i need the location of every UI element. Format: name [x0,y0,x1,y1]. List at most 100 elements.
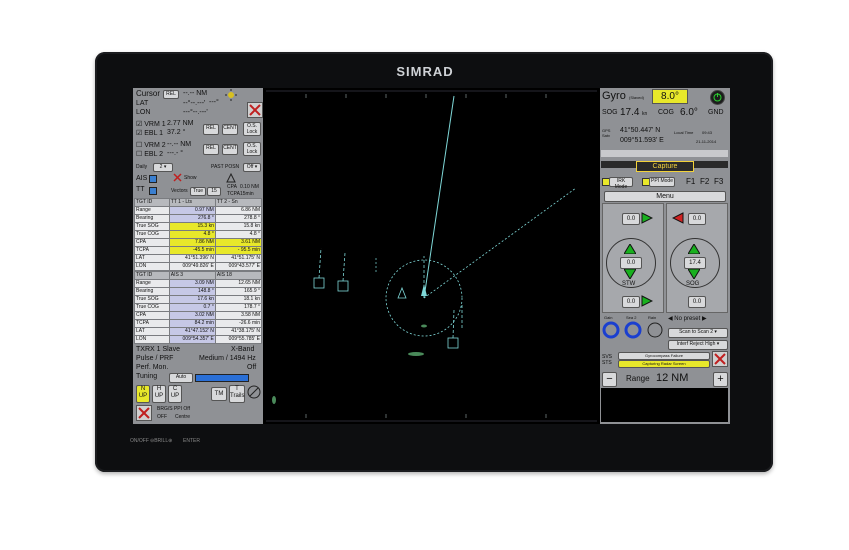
table-cell[interactable]: AIS 3 [168,271,216,280]
tt-checkbox[interactable] [149,187,157,195]
table-cell: 0.7 ° [168,303,216,312]
ais-target-3[interactable] [447,309,459,349]
sog-down-arrow-icon[interactable] [687,268,701,280]
sog-up-arrow-icon[interactable] [687,243,701,255]
stw-up-arrow-icon[interactable] [623,243,637,255]
vectors-true-button[interactable]: True [190,187,206,196]
true-motion-button[interactable]: TM [211,387,227,401]
vrm2-lock-button[interactable]: O.S. Lock [243,142,261,156]
tt-target-1[interactable] [313,247,325,289]
vrm1-label[interactable]: ☑ VRM 1 [136,120,166,128]
sog-bottom-value: 0.0 [688,296,706,308]
vrm1-value: 2.77 NM [167,120,194,127]
vrm2-label[interactable]: ☐ VRM 2 [136,141,166,149]
scan-select[interactable]: Scan to Scan 2 ▾ [668,328,728,338]
table-cell: 84.2 min [168,319,216,328]
vrm1-lock-button[interactable]: O.S. Lock [243,122,261,136]
rain-knob-icon[interactable] [646,321,664,339]
capture-button[interactable]: Capture [636,161,694,172]
table-cell: 12.65 NM [214,279,263,288]
menu-button[interactable]: Menu [604,191,726,202]
table-cell: 17.6 kn [168,295,216,304]
table-cell: 4.8 ° [214,230,263,239]
sog-left-arrow-icon[interactable] [671,212,684,224]
pulse-label: Pulse / PRF [136,355,174,362]
ais-hide-icon[interactable] [173,173,182,182]
range-increase-button[interactable]: + [713,372,728,387]
past-posn-select[interactable]: Off ▾ [243,163,261,172]
hw-enter-label[interactable]: ENTER [183,438,200,444]
table-cell[interactable]: TT 1 - Lts [168,198,216,207]
hw-brill-label[interactable]: ⊖BRILL⊕ [150,438,172,444]
table-cell: 7.86 NM [168,238,216,247]
hw-onoff-label[interactable]: ON/OFF [130,438,149,444]
gps-lat: 41°50.447' N [620,127,661,134]
local-time-label: Local Time [674,130,694,135]
table-cell: 41°51.175' N [214,254,263,263]
power-icon[interactable] [710,90,725,105]
alert-gyrocompass[interactable]: Gyrocompass Failure [618,352,710,360]
ebl-line [423,187,577,299]
cursor-rel-button[interactable]: REL [163,90,179,99]
vrm2-rel-button[interactable]: REL [203,144,219,155]
alert-capturing[interactable]: Capturing Radar Screen [618,360,710,368]
f3-button[interactable]: F3 [714,177,723,186]
brilliance-icon[interactable] [247,385,261,399]
table-cell: 178.7 ° [214,303,263,312]
f1-button[interactable]: F1 [686,177,695,186]
interference-select[interactable]: Interf Reject High ▾ [668,340,728,350]
no-preset-label[interactable]: ◀ No preset ▶ [668,315,707,322]
f2-button[interactable]: F2 [700,177,709,186]
north-up-button[interactable]: N UP [136,385,150,403]
daily-select[interactable]: 2 ▾ [153,163,173,172]
tt-label: TT [136,186,145,193]
stw-bottom-arrow-icon[interactable] [641,295,654,307]
lat-label: LAT [136,100,149,107]
ebl2-label[interactable]: ☐ EBL 2 [136,150,163,158]
vector-time-select[interactable]: 15 [207,187,221,196]
table-cell[interactable]: TT 2 - Sn [214,198,263,207]
ais-checkbox[interactable] [149,175,157,183]
trails-button[interactable]: T Trails [229,385,245,403]
close-alert-icon[interactable] [712,351,728,367]
gain-knob-icon[interactable] [602,321,620,339]
ais-label: AIS [136,175,148,182]
radar-ppi[interactable] [266,88,597,424]
target-triangle[interactable] [397,286,407,299]
stw-down-arrow-icon[interactable] [623,268,637,280]
stw-top-value: 0.0 [622,213,640,225]
pulse-value: Medium / 1494 Hz [199,355,256,362]
sea-knob-icon[interactable] [624,321,642,339]
tt-target-table: TGT ID TT 1 - Lts TT 2 - Sn Range 0.97 NM 6.… [134,198,263,271]
band-label: X-Band [231,346,255,353]
course-up-button[interactable]: C UP [168,385,182,403]
range-decrease-button[interactable]: − [602,372,617,387]
close-cursor-icon[interactable] [247,102,263,118]
stw-right-arrow-icon[interactable] [641,212,654,224]
radar-display: Cursor REL --.-- NM ---° LAT --°--.---' … [133,88,730,424]
radar-echo [408,352,424,356]
ppi-mode-button[interactable]: PPI Mode [649,177,675,187]
table-row: TCPA 84.2 min -26.6 min [134,319,263,328]
tuning-bar[interactable] [195,374,249,382]
close-bottom-icon[interactable] [136,405,152,421]
table-cell: 148.8 ° [168,287,216,296]
tuning-auto-button[interactable]: Auto [169,373,193,383]
vrm1-cent-button[interactable]: CENT [222,124,238,135]
table-cell[interactable]: AIS 18 [214,271,263,280]
sog-unit: kn [642,111,648,117]
vrm1-rel-button[interactable]: REL [203,124,219,135]
irk-mode-button[interactable]: IRK Mode [609,177,633,190]
sog-top-value: 0.0 [688,213,706,225]
sog-mid-value: 17.4 [684,257,706,269]
perf-value: Off [247,364,257,371]
vrm2-cent-button[interactable]: CENT [222,144,238,155]
vector-icon[interactable] [225,172,237,184]
head-up-button[interactable]: H UP [152,385,166,403]
ebl1-label[interactable]: ☑ EBL 1 [136,129,163,137]
sun-icon[interactable] [225,89,237,101]
right-panel: Gyro (Slaved) 8.0° SOG 17.4 kn COG 6.0° … [600,88,730,424]
tt-target-2[interactable] [337,252,349,292]
lon-label: LON [136,109,151,116]
table-cell: LON [134,335,170,344]
